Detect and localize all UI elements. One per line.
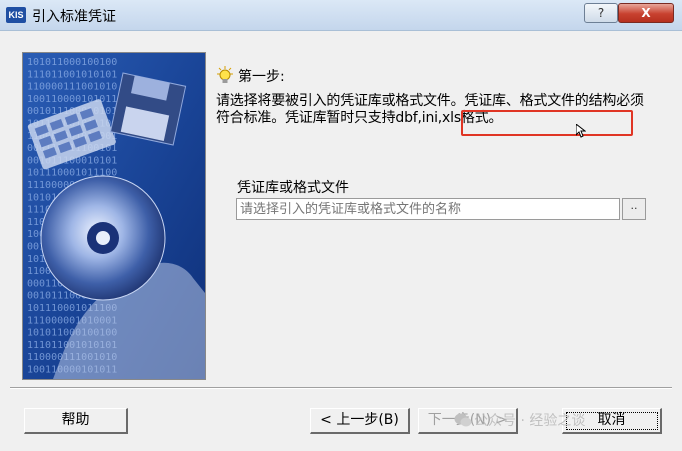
- lightbulb-icon: [217, 66, 233, 83]
- side-illustration: 101011000100100111011001010101 1100001110…: [23, 53, 205, 379]
- browse-button[interactable]: ..: [622, 198, 646, 220]
- prev-button[interactable]: < 上一步(B): [310, 408, 410, 434]
- binary-text-line: 111011001010101: [27, 69, 117, 80]
- mouse-cursor-icon: [576, 124, 586, 138]
- window-title: 引入标准凭证: [32, 9, 116, 25]
- title-bar[interactable]: KIS 引入标准凭证 ? X: [0, 0, 682, 31]
- binary-text-line: 110000111001010: [27, 82, 117, 93]
- highlight-box: [461, 110, 633, 136]
- file-path-input[interactable]: [236, 198, 620, 220]
- binary-text-line: 100110000101011: [27, 94, 117, 105]
- wechat-watermark-icon: [454, 413, 472, 427]
- binary-text-line: 101011000100100: [27, 57, 117, 68]
- dialog-window: KIS 引入标准凭证 ? X 101011000100100 111011001…: [0, 0, 682, 451]
- wizard-side-image: 101011000100100 111011001010101 1100001110…: [22, 52, 206, 380]
- step-title: 第一步:: [238, 69, 285, 85]
- file-field-label: 凭证库或格式文件: [237, 180, 349, 196]
- help-button[interactable]: 帮助: [24, 408, 128, 434]
- button-separator: [10, 387, 672, 389]
- kis-app-icon: KIS: [6, 7, 26, 23]
- close-button[interactable]: X: [618, 3, 674, 23]
- help-title-button[interactable]: ?: [584, 3, 618, 23]
- watermark-label: 公众号 · 经验之谈: [474, 413, 586, 429]
- watermark-text: 公众号 · 经验之谈: [474, 410, 585, 430]
